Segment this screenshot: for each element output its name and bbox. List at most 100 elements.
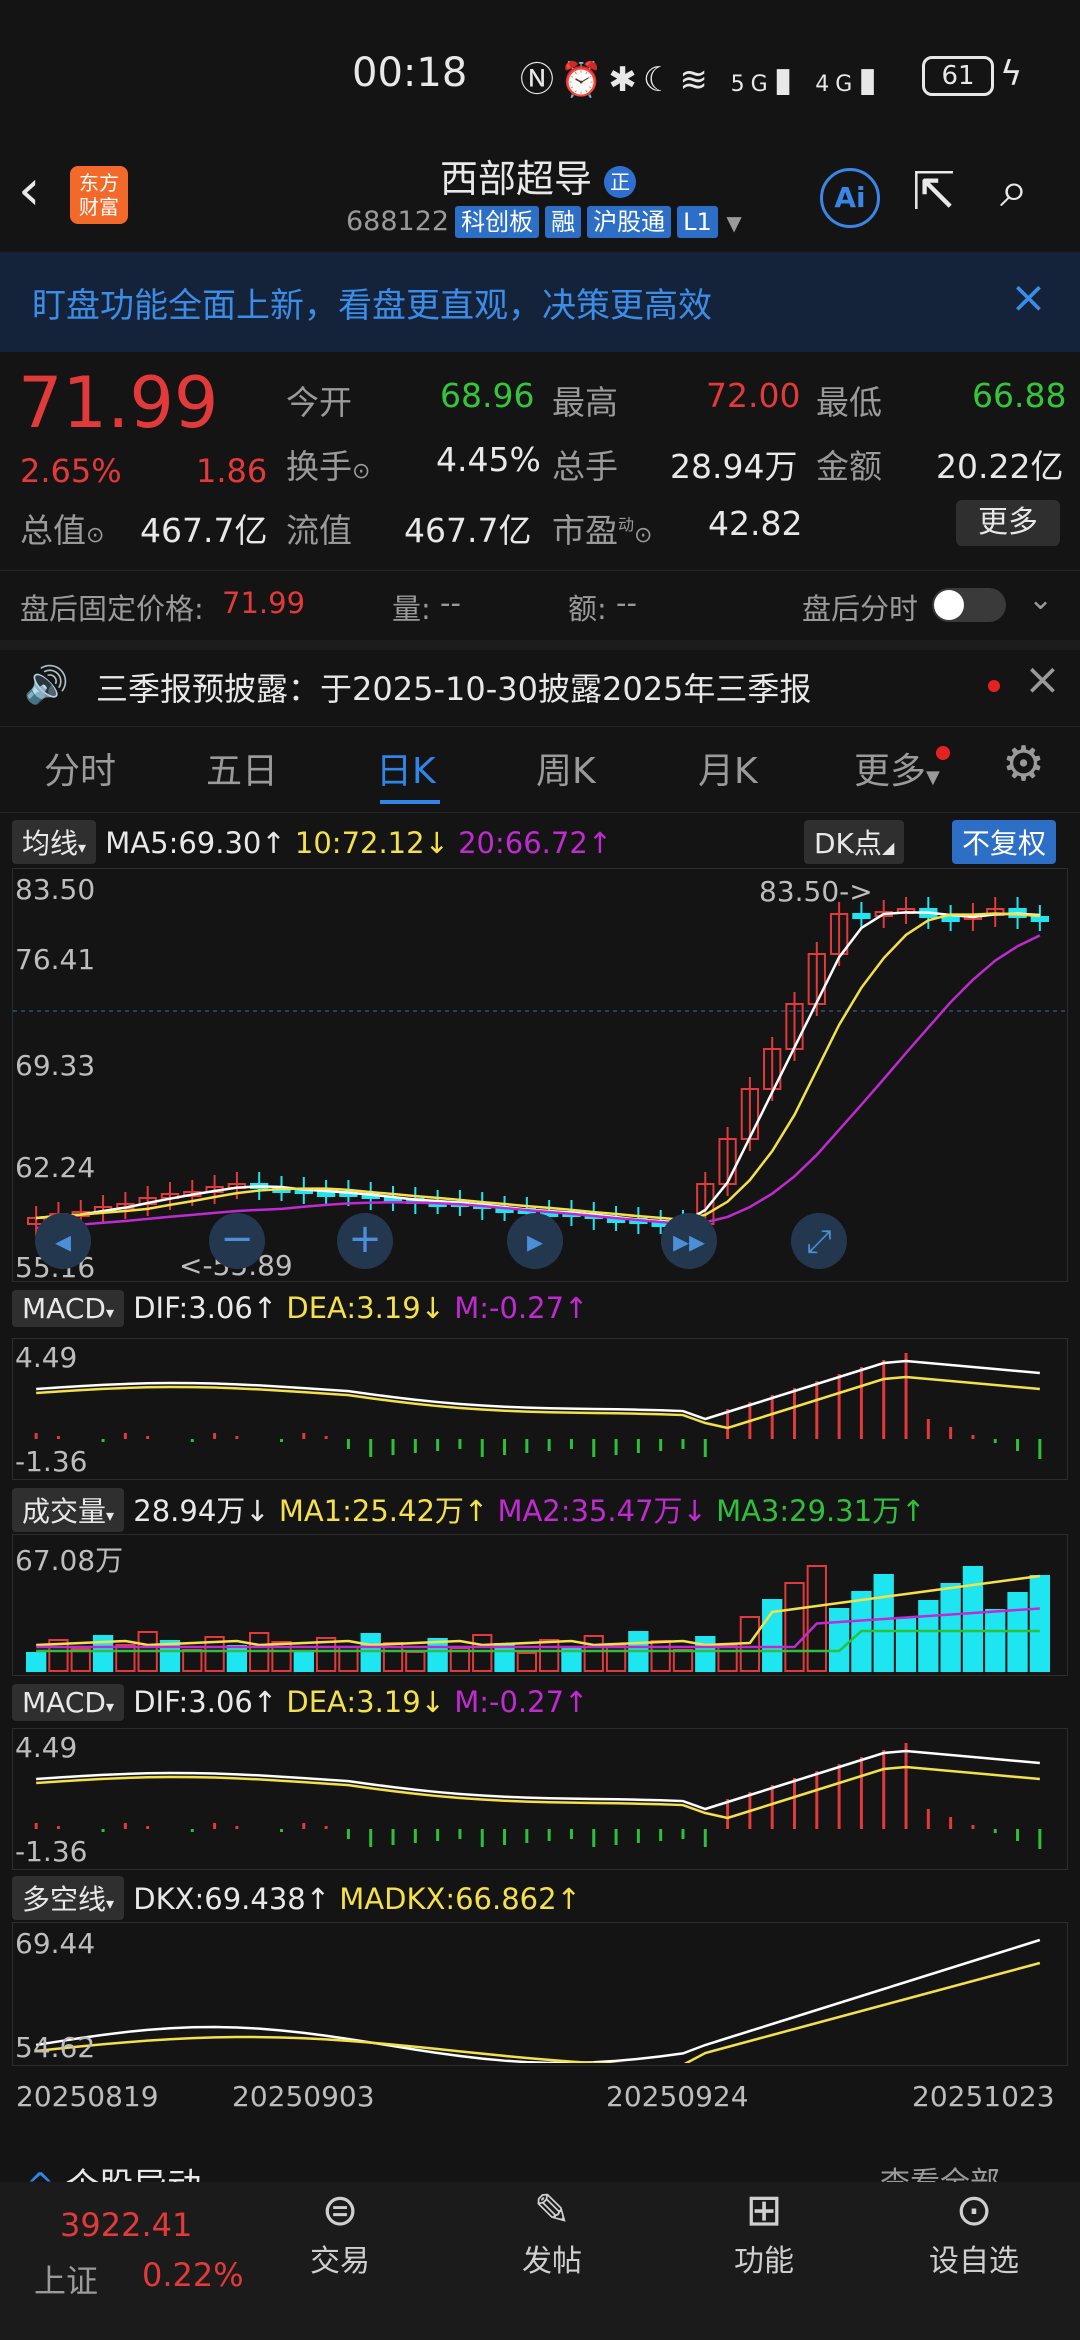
status-bar: 00:18 Ⓝ⏰✱☾≋ 5G▮ 4G▮ 61 ϟ [0,0,1080,140]
after-hours-fenshi-label: 盘后分时 [802,592,919,626]
dkx-selector[interactable]: 多空线▾ [12,1876,125,1920]
macd1-dif: DIF:3.06↑ [133,1291,278,1325]
back-icon[interactable]: ‹ [18,158,40,223]
kline-panel[interactable]: 83.50 76.41 69.33 62.24 55.16 83.50-> <-… [12,868,1069,1284]
after-hours-amt-label: 额: [568,592,607,626]
yen-icon: ⊜ [321,2185,359,2236]
dk-selector[interactable]: DK点◢ [804,820,905,864]
tab-zhouk[interactable]: 周K [536,742,596,794]
ai-label: Ai [834,181,866,214]
macd2-selector[interactable]: MACD▾ [12,1684,124,1721]
fullscreen-button[interactable]: ⤢ [791,1213,847,1269]
chevron-down-icon: ▼ [926,767,940,788]
volume-bar [115,1644,136,1672]
dkx-y-bottom: 54.62 [15,2031,96,2064]
scroll-end-button[interactable]: ▸▸ [661,1213,717,1269]
info-icon[interactable]: ⊙ [86,523,104,548]
zoom-in-button[interactable]: + [337,1213,393,1269]
zoom-out-button[interactable]: − [209,1213,265,1269]
after-hours-toggle[interactable] [932,588,1006,622]
volume-bar [539,1639,560,1672]
ma5-value: MA5:69.30↑ [105,826,286,860]
wifi-icon: ≋ [679,60,714,100]
up-arrow-icon: ^ [26,2166,55,2182]
ma-selector[interactable]: 均线▾ [12,820,97,864]
chevron-down-icon[interactable]: ▼ [726,211,741,235]
next-button[interactable]: ▸ [507,1213,563,1269]
fq-button[interactable]: 不复权 [952,820,1057,864]
ma20-value: 20:66.72↑ [458,826,613,860]
close-icon[interactable]: × [1024,654,1061,705]
macd2-panel[interactable]: 4.49 -1.36 [12,1728,1068,1870]
section-title-text: 个股异动 [65,2166,201,2182]
net2-label: 4G [815,72,859,97]
nav-watchlist-label: 设自选 [929,2244,1019,2279]
view-all-link[interactable]: 查看全部 [880,2158,1000,2182]
k-max-note: 83.50-> [759,875,873,908]
nav-function[interactable]: ⊞ 功能 [656,2185,872,2280]
turnover-label: 换手⊙ [286,440,370,488]
volume-bar [784,1582,805,1672]
volume-bar [583,1635,604,1672]
index-value[interactable]: 3922.41 [60,2206,192,2244]
macd1-selector[interactable]: MACD▾ [12,1290,124,1327]
caret-icon: ▾ [105,1697,114,1716]
logo-line2: 财富 [79,195,119,219]
ai-button[interactable]: Ai [820,168,880,228]
tab-yuek[interactable]: 月K [698,742,758,794]
nav-trade[interactable]: ⊜ 交易 [232,2185,448,2280]
ma5-line [36,911,1040,1224]
k-y-label-1: 76.41 [15,943,96,976]
tab-rik[interactable]: 日K [376,742,436,794]
tab-fenshi[interactable]: 分时 [44,742,116,794]
pe-value: 42.82 [708,504,803,543]
tab-wuri[interactable]: 五日 [206,742,278,794]
close-icon[interactable]: × [1010,272,1047,323]
volume-bar [1029,1575,1051,1672]
dkx-panel[interactable]: 69.44 54.62 [12,1922,1068,2066]
more-button[interactable]: 更多 [956,500,1060,546]
macd2-dif: DIF:3.06↑ [133,1685,278,1719]
search-icon[interactable]: ⌕ [1000,160,1028,219]
volume-panel[interactable]: 67.08万 [12,1534,1068,1676]
volume-ma1: MA1:25.42万↑ [278,1494,489,1528]
k-y-label-0: 83.50 [15,873,96,906]
section-title: ^ 个股异动 [26,2158,201,2182]
chevron-down-icon[interactable]: ⌄ [1028,582,1053,617]
prev-button[interactable]: ◂ [35,1213,91,1269]
after-hours-row: 盘后固定价格: 71.99 量: -- 额: -- 盘后分时 ⌄ [0,572,1080,632]
pe-label-text: 市盈 [552,511,618,550]
notice-dot [988,680,1000,692]
feature-banner[interactable]: 盯盘功能全面上新，看盘更直观，决策更高效 × [0,252,1080,352]
k-y-label-3: 62.24 [15,1151,96,1184]
volume-label: 成交量 [22,1495,107,1528]
volume-selector[interactable]: 成交量▾ [12,1488,125,1532]
volume-ma3: MA3:29.31万↑ [716,1494,926,1528]
volume-bar [293,1650,314,1672]
gear-icon[interactable]: ⚙ [1002,736,1045,792]
nav-post[interactable]: ✎ 发帖 [444,2185,660,2280]
battery-level: 61 [941,61,975,91]
low-label: 最低 [816,383,882,422]
caret-icon: ◢ [881,838,895,857]
ma20-line [36,934,1041,1230]
app-logo: 东方 财富 [70,166,128,224]
share-icon[interactable]: ⇱ [912,162,956,222]
tab-more[interactable]: 更多▼ [854,742,940,794]
volume-bar [940,1583,961,1672]
stock-title: 西部超导 [440,157,593,201]
macd2-m: M:-0.27↑ [454,1685,589,1719]
macd1-panel[interactable]: 4.49 -1.36 [12,1338,1068,1480]
notice-bar[interactable]: 🔊 三季报预披露：于2025-10-30披露2025年三季报 × [0,650,1080,720]
volume-y-top: 67.08万 [15,1544,124,1577]
info-icon[interactable]: ⊙ [352,459,370,484]
macd1-chart [34,1353,1042,1459]
volume-bar [828,1608,850,1672]
total-cap-value: 467.7亿 [140,511,268,550]
dk-selector-label: DK点 [814,827,882,860]
nav-watchlist[interactable]: ⊙ 设自选 [866,2185,1080,2280]
header: ‹ 东方 财富 西部超导 正 688122 科创板融沪股通 L1 ▼ Ai ⇱ ⌕ [0,140,1080,250]
after-hours-vol-label: 量: [392,592,431,626]
info-icon[interactable]: ⊙ [634,523,652,548]
volume-bar [182,1649,203,1672]
